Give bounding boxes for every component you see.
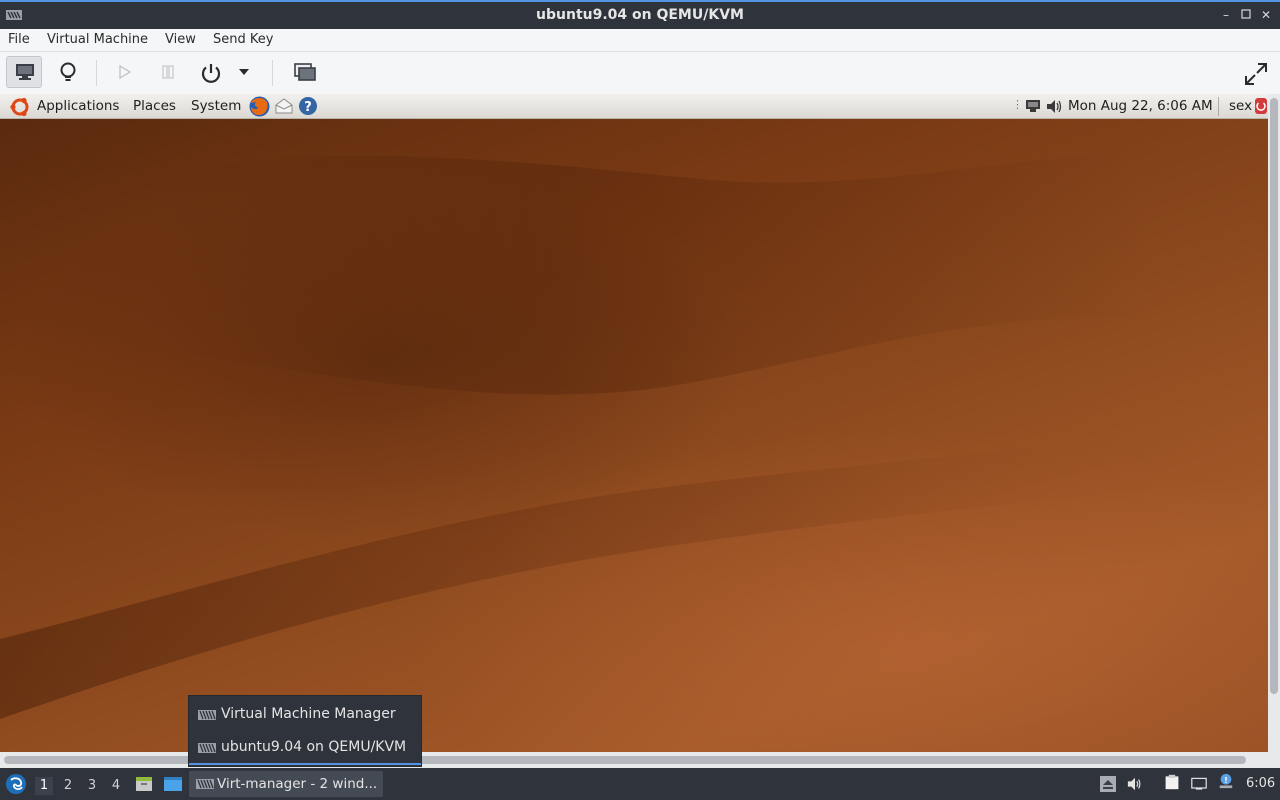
file-manager-icon[interactable] bbox=[135, 775, 153, 793]
guest-clock[interactable]: Mon Aug 22, 6:06 AM bbox=[1068, 98, 1213, 114]
pause-button[interactable] bbox=[150, 56, 186, 88]
host-taskbar: 1 2 3 4 Virt-manager - 2 wind... ! 6:06 bbox=[0, 768, 1280, 800]
workspace-2[interactable]: 2 bbox=[59, 777, 77, 795]
close-icon[interactable]: ✕ bbox=[1258, 7, 1274, 23]
toolbar bbox=[0, 52, 1280, 94]
guest-top-panel: Applications Places System ? ⋮ Mon Aug 2… bbox=[0, 94, 1268, 119]
vertical-scrollbar-thumb[interactable] bbox=[1270, 98, 1278, 694]
virt-manager-app-icon bbox=[198, 710, 216, 720]
show-desktop-icon[interactable] bbox=[163, 775, 183, 793]
menu-view[interactable]: View bbox=[165, 32, 196, 47]
start-menu-icon[interactable] bbox=[5, 773, 27, 795]
dropdown-arrow-icon bbox=[239, 69, 249, 75]
wallpaper-wave-graphic bbox=[0, 149, 1268, 719]
maximize-icon[interactable] bbox=[1238, 7, 1254, 23]
menu-virtual-machine[interactable]: Virtual Machine bbox=[47, 32, 148, 47]
guest-menu-system[interactable]: System bbox=[191, 98, 241, 114]
guest-menu-applications[interactable]: Applications bbox=[37, 98, 119, 114]
taskbar-task-virt-manager[interactable]: Virt-manager - 2 wind... bbox=[189, 771, 383, 797]
workspace-1[interactable]: 1 bbox=[35, 777, 53, 795]
host-clock[interactable]: 6:06 bbox=[1246, 776, 1275, 791]
popup-item-label: ubuntu9.04 on QEMU/KVM bbox=[221, 739, 407, 755]
window-titlebar[interactable]: ubuntu9.04 on QEMU/KVM – ✕ bbox=[0, 0, 1280, 29]
network-icon[interactable] bbox=[1191, 776, 1207, 792]
clipboard-icon[interactable] bbox=[1164, 774, 1180, 790]
firefox-icon[interactable] bbox=[248, 95, 271, 118]
ubuntu-logo-icon bbox=[10, 97, 29, 117]
power-icon bbox=[201, 64, 221, 83]
screenshot-button[interactable] bbox=[286, 56, 322, 88]
pause-icon bbox=[162, 65, 174, 79]
task-label: Virt-manager - 2 wind... bbox=[217, 776, 378, 792]
eject-icon[interactable] bbox=[1100, 776, 1116, 792]
shutdown-menu-button[interactable] bbox=[232, 56, 258, 88]
popup-item-label: Virtual Machine Manager bbox=[221, 706, 396, 722]
vertical-scrollbar[interactable] bbox=[1268, 94, 1280, 752]
console-icon bbox=[16, 64, 34, 80]
workspace-4[interactable]: 4 bbox=[107, 777, 125, 795]
details-button[interactable] bbox=[50, 56, 86, 88]
minimize-icon[interactable]: – bbox=[1218, 7, 1234, 23]
notification-icon[interactable]: ! bbox=[1218, 773, 1234, 789]
help-icon[interactable]: ? bbox=[298, 96, 318, 116]
virt-manager-app-icon bbox=[196, 779, 214, 789]
menubar: File Virtual Machine View Send Key bbox=[0, 29, 1280, 52]
shutdown-icon[interactable] bbox=[1255, 98, 1267, 114]
popup-item-ubuntu-vm[interactable]: ubuntu9.04 on QEMU/KVM bbox=[189, 733, 421, 765]
guest-desktop[interactable] bbox=[0, 119, 1268, 752]
lightbulb-icon bbox=[60, 62, 76, 81]
console-button[interactable] bbox=[6, 56, 42, 88]
panel-handle-icon: ⋮ bbox=[1012, 98, 1023, 111]
toolbar-separator bbox=[96, 60, 97, 86]
fullscreen-button[interactable] bbox=[1236, 56, 1272, 88]
shutdown-button[interactable] bbox=[192, 56, 228, 88]
guest-user-name[interactable]: sex bbox=[1229, 98, 1252, 114]
volume-icon[interactable] bbox=[1127, 776, 1143, 792]
volume-icon[interactable] bbox=[1046, 99, 1064, 114]
workspace-3[interactable]: 3 bbox=[83, 777, 101, 795]
network-icon[interactable] bbox=[1025, 99, 1041, 113]
panel-separator bbox=[1218, 97, 1219, 116]
mail-icon[interactable] bbox=[274, 97, 294, 115]
window-title: ubuntu9.04 on QEMU/KVM bbox=[536, 7, 744, 23]
fullscreen-icon bbox=[1245, 63, 1267, 85]
toolbar-separator bbox=[272, 60, 273, 86]
menu-file[interactable]: File bbox=[8, 32, 30, 47]
popup-item-virtual-machine-manager[interactable]: Virtual Machine Manager bbox=[189, 700, 421, 730]
menu-send-key[interactable]: Send Key bbox=[213, 32, 273, 47]
svg-text:?: ? bbox=[304, 100, 312, 115]
guest-menu-places[interactable]: Places bbox=[133, 98, 176, 114]
virt-manager-app-icon bbox=[198, 743, 216, 753]
run-icon bbox=[119, 64, 132, 80]
svg-text:!: ! bbox=[1224, 776, 1228, 785]
run-button[interactable] bbox=[106, 56, 142, 88]
window-list-popup: Virtual Machine Manager ubuntu9.04 on QE… bbox=[188, 695, 422, 767]
screenshot-icon bbox=[294, 63, 316, 81]
